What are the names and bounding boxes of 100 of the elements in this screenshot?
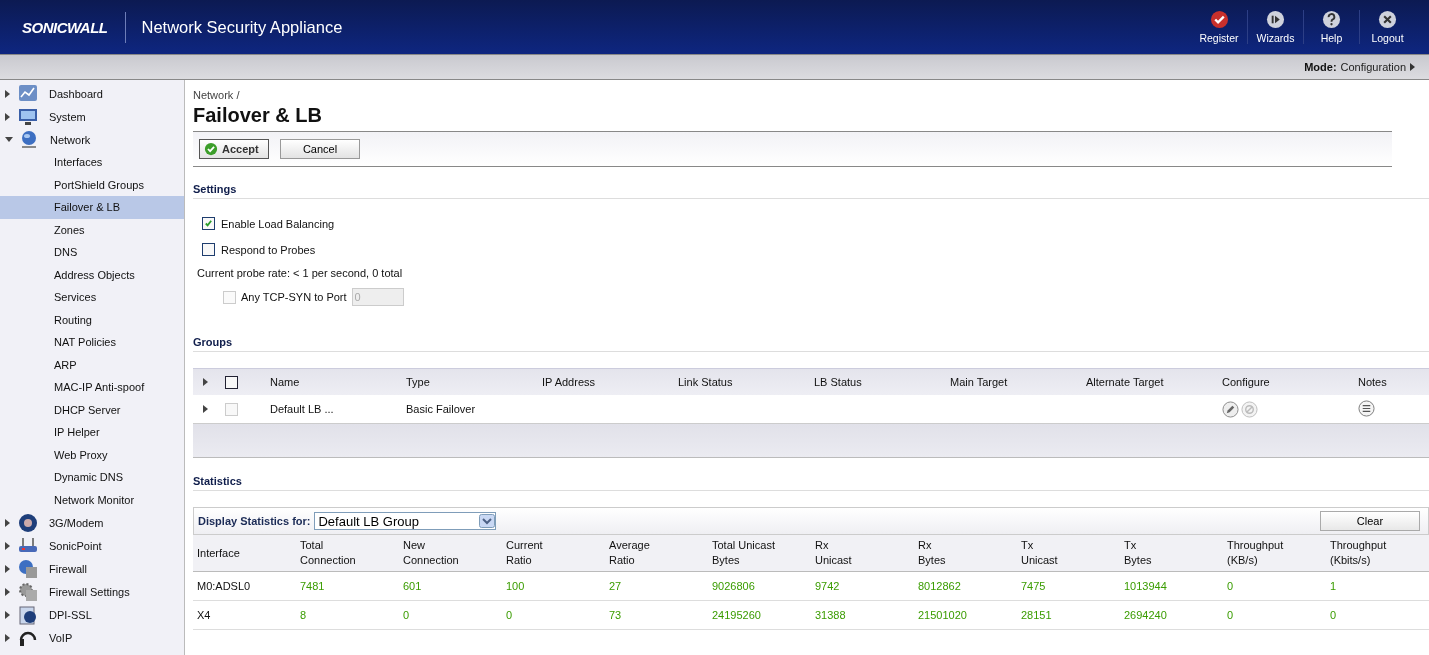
table-cell-text: 1013944 <box>1124 580 1168 592</box>
sidebar-subitem[interactable]: Web Proxy <box>0 443 184 466</box>
sidebar-subitem[interactable]: Services <box>0 286 184 309</box>
checkbox-label: Any TCP-SYN to Port <box>241 291 347 303</box>
section-header: Statistics <box>193 475 1429 491</box>
table-cell-text: 8 <box>300 609 308 621</box>
accept-button[interactable]: Accept <box>199 139 269 159</box>
sidebar-subitem[interactable]: Address Objects <box>0 263 184 286</box>
column-header: Average Ratio <box>609 538 651 568</box>
table-cell-text: 8012862 <box>918 580 962 592</box>
expand-arrow-icon[interactable] <box>5 518 10 527</box>
sidebar-item[interactable]: System <box>0 105 184 128</box>
sidebar-item[interactable]: 3G/Modem <box>0 511 184 534</box>
sidebar-subitem[interactable]: Failover & LB <box>0 196 184 219</box>
column-header: Current Ratio <box>506 538 544 568</box>
table-cell-text: Default LB ... <box>270 403 335 415</box>
monitor-icon <box>18 106 38 127</box>
sidebar-item[interactable]: SonicPoint <box>0 534 184 557</box>
header-action-button[interactable]: Logout <box>1359 10 1415 44</box>
section-header: Groups <box>193 336 1429 352</box>
sidebar-subitem[interactable]: DHCP Server <box>0 398 184 421</box>
expand-arrow-icon[interactable] <box>5 587 10 596</box>
checkbox-label: Respond to Probes <box>221 243 316 256</box>
check-icon <box>204 142 218 156</box>
globe-icon <box>19 129 39 150</box>
sidebar-subitem[interactable]: IP Helper <box>0 421 184 444</box>
sidebar-subitem[interactable]: Routing <box>0 308 184 331</box>
checkbox[interactable] <box>202 243 215 256</box>
table-cell-text: 0 <box>1330 609 1338 621</box>
edit-icon[interactable] <box>1222 400 1239 418</box>
table-cell-text: 601 <box>403 580 423 592</box>
column-header: Name <box>270 376 301 388</box>
table-cell-text: 24195260 <box>712 609 762 621</box>
column-header: New Connection <box>403 538 460 568</box>
expand-arrow-icon[interactable] <box>5 633 10 642</box>
sidebar-item[interactable]: Dashboard <box>0 82 184 105</box>
sidebar-item[interactable]: Network <box>0 128 184 151</box>
clear-button[interactable]: Clear <box>1320 511 1420 531</box>
expand-arrow-icon[interactable] <box>5 112 10 121</box>
chart-icon <box>18 83 38 104</box>
expand-arrow-icon[interactable] <box>203 378 208 386</box>
table-cell-text: X4 <box>197 609 212 621</box>
expand-arrow-icon[interactable] <box>5 541 10 550</box>
header-action-button[interactable]: Help <box>1303 10 1359 44</box>
table-cell-text: 73 <box>609 609 623 621</box>
table-cell-text: 7481 <box>300 580 326 592</box>
sidebar-subitem[interactable]: MAC-IP Anti-spoof <box>0 376 184 399</box>
sidebar-item[interactable]: DPI-SSL <box>0 603 184 626</box>
column-header: Rx Unicast <box>815 538 853 568</box>
column-header: LB Status <box>814 376 863 388</box>
group-select[interactable]: Default LB Group <box>314 512 497 530</box>
sidebar-subitem[interactable]: PortShield Groups <box>0 173 184 196</box>
expand-arrow-icon[interactable] <box>5 89 10 98</box>
column-header: Notes <box>1358 376 1388 388</box>
sidebar-subitem[interactable]: Dynamic DNS <box>0 466 184 489</box>
sidebar-subitem[interactable]: ARP <box>0 353 184 376</box>
table-cell-text: 2694240 <box>1124 609 1168 621</box>
sidebar-subitem[interactable]: Zones <box>0 218 184 241</box>
display-statistics-label: Display Statistics for: <box>198 515 311 527</box>
mode-dropdown[interactable]: Configuration <box>1340 61 1406 73</box>
column-header: IP Address <box>542 376 596 388</box>
table-cell-text: 9742 <box>815 580 841 592</box>
column-header: Tx Unicast <box>1021 538 1059 568</box>
select-all-checkbox[interactable] <box>225 375 238 389</box>
notes-icon[interactable] <box>1358 399 1375 417</box>
sidebar-subitem[interactable]: DNS <box>0 241 184 264</box>
column-header: Alternate Target <box>1086 376 1165 388</box>
row-checkbox[interactable] <box>225 402 238 416</box>
check-icon <box>1209 10 1229 29</box>
table-cell-text: 27 <box>609 580 623 592</box>
table-cell-text: 28151 <box>1021 609 1053 621</box>
column-header: Type <box>406 376 431 388</box>
help-icon <box>1322 10 1341 29</box>
checkbox[interactable] <box>202 217 215 230</box>
header-action-button[interactable]: Register <box>1191 10 1247 44</box>
sidebar-subitem[interactable]: Interfaces <box>0 151 184 174</box>
sidebar-item[interactable]: VoIP <box>0 626 184 649</box>
cancel-button[interactable]: Cancel <box>280 139 360 159</box>
column-header: Configure <box>1222 376 1271 388</box>
table-cell-text: 0 <box>1227 580 1235 592</box>
sidebar-subitem[interactable]: NAT Policies <box>0 331 184 354</box>
checkbox-label: Enable Load Balancing <box>221 217 335 230</box>
table-cell-text: 31388 <box>815 609 847 621</box>
sidebar-item[interactable]: Firewall <box>0 557 184 580</box>
table-cell-text: 1 <box>1330 580 1338 592</box>
expand-arrow-icon[interactable] <box>5 610 10 619</box>
header-action-button[interactable]: Wizards <box>1247 10 1303 44</box>
column-header: Throughput (Kbits/s) <box>1330 538 1388 568</box>
table-cell-text: 21501020 <box>918 609 968 621</box>
sidebar-subitem[interactable]: Network Monitor <box>0 488 184 511</box>
table-cell-text: 7475 <box>1021 580 1047 592</box>
column-header: Tx Bytes <box>1124 538 1153 568</box>
expand-arrow-icon[interactable] <box>5 564 10 573</box>
column-header: Rx Bytes <box>918 538 947 568</box>
expand-arrow-icon[interactable] <box>5 137 13 142</box>
expand-arrow-icon[interactable] <box>203 405 208 413</box>
section-header: Settings <box>193 183 1429 199</box>
table-cell-text: Basic Failover <box>406 403 477 415</box>
sidebar-item[interactable]: Firewall Settings <box>0 580 184 603</box>
play-icon <box>1266 10 1285 29</box>
